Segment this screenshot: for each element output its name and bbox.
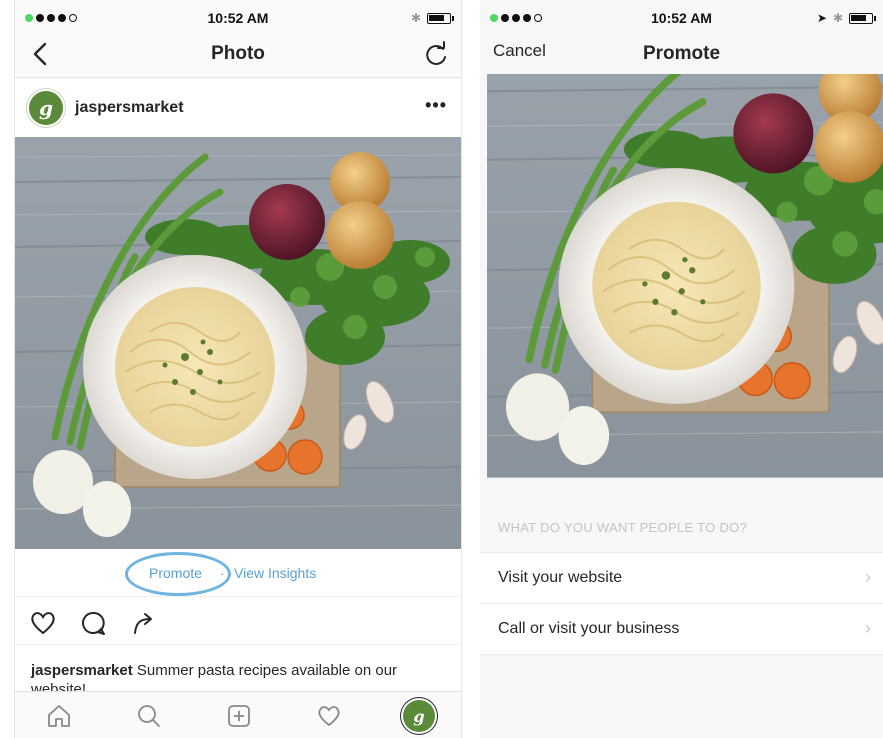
promote-link[interactable]: Promote bbox=[149, 565, 202, 581]
battery-icon bbox=[849, 12, 876, 24]
page-title: Promote bbox=[642, 43, 721, 64]
add-post-icon[interactable] bbox=[225, 702, 253, 730]
bluetooth-icon: ✱ bbox=[410, 11, 421, 25]
separator-dot: · bbox=[220, 565, 225, 581]
post-username[interactable]: jaspersmarket bbox=[75, 99, 184, 117]
promote-photo bbox=[480, 74, 883, 487]
post-caption: jaspersmarket Summer pasta recipes avail… bbox=[15, 645, 461, 691]
refresh-button[interactable] bbox=[421, 40, 451, 70]
battery-icon bbox=[427, 12, 454, 24]
pasta-photo-image bbox=[480, 74, 883, 487]
post-header: g jaspersmarket ••• bbox=[15, 79, 461, 137]
signal-icon bbox=[25, 14, 77, 22]
option-visit-website[interactable]: Visit your website › bbox=[480, 552, 883, 604]
location-icon: ➤ bbox=[816, 11, 827, 25]
promote-row: Promote · View Insights bbox=[15, 549, 461, 597]
post-photo[interactable] bbox=[15, 137, 462, 549]
option-label: Visit your website bbox=[498, 569, 623, 586]
caption-username[interactable]: jaspersmarket bbox=[31, 662, 133, 679]
tab-bar: g bbox=[15, 691, 461, 738]
view-insights-link[interactable]: View Insights bbox=[234, 565, 316, 581]
activity-heart-icon[interactable] bbox=[315, 702, 343, 730]
share-icon[interactable] bbox=[130, 609, 158, 637]
nav-bar: Cancel Promote bbox=[480, 36, 883, 74]
avatar-letter: g bbox=[413, 706, 425, 726]
search-icon[interactable] bbox=[135, 702, 163, 730]
profile-tab-avatar[interactable]: g bbox=[403, 700, 435, 732]
status-bar: 10:52 AM ✱ bbox=[15, 0, 461, 36]
signal-icon bbox=[490, 14, 542, 22]
pasta-photo-image bbox=[15, 137, 462, 549]
comment-icon[interactable] bbox=[79, 609, 107, 637]
promote-screen: 10:52 AM ➤ ✱ Cancel Promote WHAT DO YOU … bbox=[480, 0, 883, 738]
bluetooth-icon: ✱ bbox=[832, 11, 843, 25]
option-call-or-visit[interactable]: Call or visit your business › bbox=[480, 603, 883, 655]
chevron-right-icon: › bbox=[865, 567, 871, 587]
status-time: 10:52 AM bbox=[207, 10, 269, 26]
status-bar: 10:52 AM ➤ ✱ bbox=[480, 0, 883, 36]
chevron-right-icon: › bbox=[865, 618, 871, 638]
promote-question: WHAT DO YOU WANT PEOPLE TO DO? bbox=[498, 520, 748, 535]
nav-bar: Photo bbox=[15, 36, 461, 78]
home-icon[interactable] bbox=[45, 702, 73, 730]
photo-screen: 10:52 AM ✱ Photo g jaspersmarket ••• Pro… bbox=[14, 0, 462, 738]
avatar-letter: g bbox=[39, 96, 53, 120]
option-label: Call or visit your business bbox=[498, 620, 680, 637]
more-options-button[interactable]: ••• bbox=[425, 95, 447, 116]
refresh-icon bbox=[426, 41, 446, 65]
post-actions bbox=[15, 597, 461, 645]
like-heart-icon[interactable] bbox=[29, 609, 57, 637]
avatar[interactable]: g bbox=[27, 89, 65, 127]
page-title: Photo bbox=[211, 43, 265, 64]
